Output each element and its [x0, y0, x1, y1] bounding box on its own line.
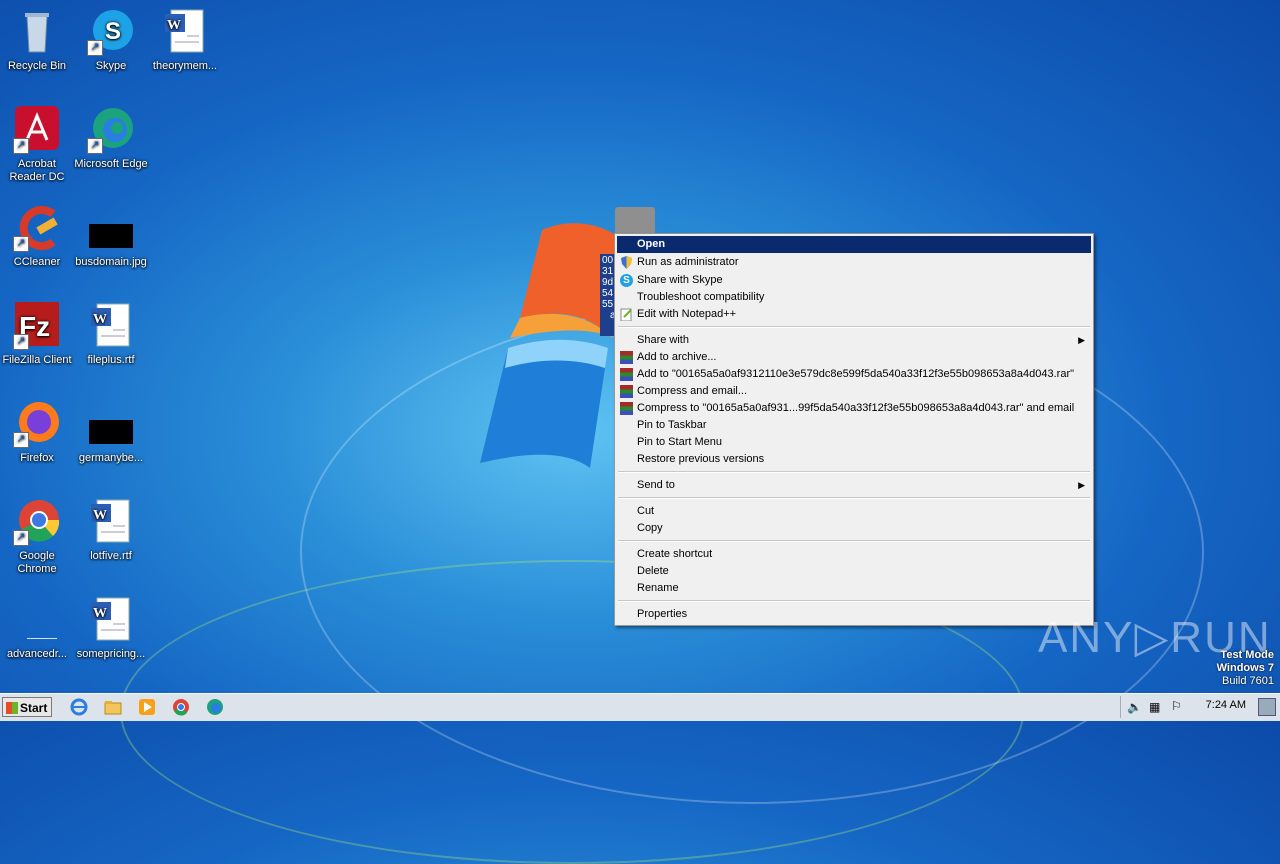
- menu-item-edit-with-notepad-plus-plus[interactable]: Edit with Notepad++: [617, 306, 1091, 323]
- menu-item-pin-to-start-menu[interactable]: Pin to Start Menu: [617, 434, 1091, 451]
- start-button[interactable]: Start: [2, 697, 52, 717]
- menu-separator: [618, 600, 1090, 602]
- menu-item-create-shortcut[interactable]: Create shortcut: [617, 546, 1091, 563]
- desktop-icon-lotfive[interactable]: W lotfive.rtf: [74, 498, 148, 563]
- skype-icon: S: [620, 274, 633, 287]
- desktop-icon-filezilla[interactable]: Fz ↗ FileZilla Client: [0, 302, 74, 367]
- image-thumbnail-icon: [87, 204, 135, 252]
- chrome-icon[interactable]: [172, 698, 190, 716]
- desktop-icon-recycle-bin[interactable]: Recycle Bin: [0, 8, 74, 73]
- blank-file-icon: [13, 596, 61, 644]
- desktop-icon-edge[interactable]: ↗ Microsoft Edge: [74, 106, 148, 171]
- winrar-icon: [620, 385, 633, 398]
- submenu-arrow-icon: ▶: [1078, 335, 1085, 345]
- acrobat-icon: ↗: [13, 106, 61, 154]
- submenu-arrow-icon: ▶: [1078, 480, 1085, 490]
- menu-item-copy[interactable]: Copy: [617, 520, 1091, 537]
- desktop-icon-busdomain[interactable]: busdomain.jpg: [74, 204, 148, 269]
- menu-item-delete[interactable]: Delete: [617, 563, 1091, 580]
- shortcut-arrow-icon: ↗: [87, 138, 103, 154]
- word-document-icon: W: [87, 498, 135, 546]
- menu-item-compress-to-rar-and-email[interactable]: Compress to "00165a5a0af931...99f5da540a…: [617, 400, 1091, 417]
- chrome-icon: ↗: [13, 498, 61, 546]
- volume-icon[interactable]: 🔈: [1127, 700, 1142, 714]
- svg-text:S: S: [105, 18, 121, 45]
- menu-item-send-to[interactable]: Send to ▶: [617, 477, 1091, 494]
- menu-separator: [618, 326, 1090, 328]
- context-menu: Open Run as administrator S Share with S…: [614, 233, 1094, 626]
- svg-text:W: W: [93, 606, 107, 621]
- desktop-icon-advancedr[interactable]: advancedr...: [0, 596, 74, 661]
- desktop-icon-theorymem[interactable]: W theorymem...: [148, 8, 222, 73]
- image-thumbnail-icon: [87, 400, 135, 448]
- action-center-flag-icon[interactable]: ⚐: [1171, 699, 1182, 713]
- media-player-icon[interactable]: [138, 698, 156, 716]
- menu-item-compress-and-email[interactable]: Compress and email...: [617, 383, 1091, 400]
- network-icon[interactable]: ▦: [1149, 700, 1160, 714]
- winrar-icon: [620, 402, 633, 415]
- notepad-icon: [620, 308, 633, 322]
- show-desktop-button[interactable]: [1258, 698, 1276, 716]
- word-document-icon: W: [161, 8, 209, 56]
- menu-item-properties[interactable]: Properties: [617, 606, 1091, 623]
- edge-icon[interactable]: [206, 698, 224, 716]
- desktop-icon-firefox[interactable]: ↗ Firefox: [0, 400, 74, 465]
- svg-text:W: W: [93, 508, 107, 523]
- winrar-icon: [620, 351, 633, 364]
- desktop-icon-skype[interactable]: S ↗ Skype: [74, 8, 148, 73]
- ccleaner-icon: ↗: [13, 204, 61, 252]
- svg-text:W: W: [167, 18, 181, 33]
- desktop-icon-acrobat[interactable]: ↗ Acrobat Reader DC: [0, 106, 74, 184]
- shortcut-arrow-icon: ↗: [13, 530, 29, 546]
- desktop-icon-somepricing[interactable]: W somepricing...: [74, 596, 148, 661]
- firefox-icon: ↗: [13, 400, 61, 448]
- shortcut-arrow-icon: ↗: [13, 236, 29, 252]
- menu-item-troubleshoot-compatibility[interactable]: Troubleshoot compatibility: [617, 289, 1091, 306]
- svg-text:W: W: [93, 312, 107, 327]
- menu-item-run-as-administrator[interactable]: Run as administrator: [617, 254, 1091, 271]
- clock[interactable]: 7:24 AM: [1206, 699, 1246, 711]
- menu-separator: [618, 471, 1090, 473]
- shortcut-arrow-icon: ↗: [13, 138, 29, 154]
- menu-separator: [618, 540, 1090, 542]
- shortcut-arrow-icon: ↗: [87, 40, 103, 56]
- word-document-icon: W: [87, 596, 135, 644]
- internet-explorer-icon[interactable]: [70, 698, 88, 716]
- menu-item-restore-previous-versions[interactable]: Restore previous versions: [617, 451, 1091, 468]
- desktop-icon-ccleaner[interactable]: ↗ CCleaner: [0, 204, 74, 269]
- taskbar: Start 🔈 ▦ ⚐ 7:24 AM: [0, 693, 1280, 721]
- desktop-icon-germanybe[interactable]: germanybe...: [74, 400, 148, 465]
- recycle-bin-icon: [13, 8, 61, 56]
- shield-icon: [620, 256, 633, 269]
- menu-item-pin-to-taskbar[interactable]: Pin to Taskbar: [617, 417, 1091, 434]
- shortcut-arrow-icon: ↗: [13, 432, 29, 448]
- menu-item-cut[interactable]: Cut: [617, 503, 1091, 520]
- filezilla-icon: Fz ↗: [13, 302, 61, 350]
- desktop-icon-fileplus[interactable]: W fileplus.rtf: [74, 302, 148, 367]
- test-mode-watermark: Test Mode Windows 7 Build 7601: [1216, 649, 1274, 687]
- menu-item-add-to-rar[interactable]: Add to "00165a5a0af9312110e3e579dc8e599f…: [617, 366, 1091, 383]
- menu-item-share-with-skype[interactable]: S Share with Skype: [617, 272, 1091, 289]
- skype-icon: S ↗: [87, 8, 135, 56]
- menu-item-open[interactable]: Open: [617, 236, 1091, 253]
- word-document-icon: W: [87, 302, 135, 350]
- menu-item-rename[interactable]: Rename: [617, 580, 1091, 597]
- windows-flag-icon: [6, 702, 18, 714]
- shortcut-arrow-icon: ↗: [13, 334, 29, 350]
- menu-separator: [618, 497, 1090, 499]
- menu-item-add-to-archive[interactable]: Add to archive...: [617, 349, 1091, 366]
- desktop-icon-chrome[interactable]: ↗ Google Chrome: [0, 498, 74, 576]
- file-explorer-icon[interactable]: [104, 698, 122, 716]
- edge-icon: ↗: [87, 106, 135, 154]
- winrar-icon: [620, 368, 633, 381]
- menu-item-share-with[interactable]: Share with ▶: [617, 332, 1091, 349]
